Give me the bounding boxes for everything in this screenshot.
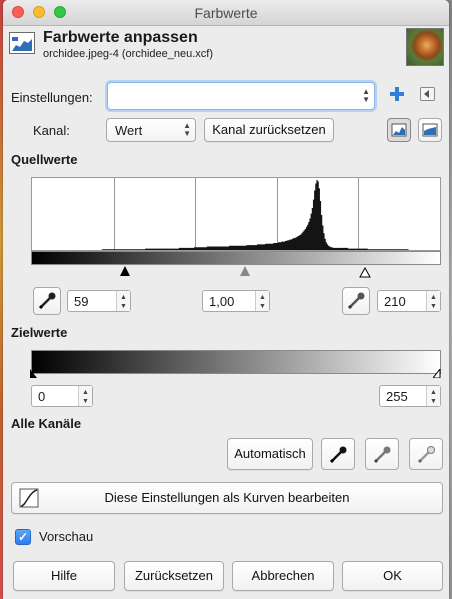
- reset-channel-button[interactable]: Kanal zurücksetzen: [204, 118, 334, 142]
- linear-histogram-button[interactable]: [387, 118, 411, 142]
- preview-checkbox[interactable]: ✓: [15, 529, 31, 545]
- edit-as-curves-label: Diese Einstellungen als Kurven bearbeite…: [104, 490, 350, 505]
- target-low-input[interactable]: 0 ▲ ▼: [31, 385, 93, 407]
- combo-arrows-icon: ▲ ▼: [362, 87, 370, 104]
- channel-select[interactable]: Wert ▲ ▼: [106, 118, 196, 142]
- channel-value: Wert: [115, 123, 143, 138]
- target-low-slider[interactable]: [29, 366, 37, 378]
- white-point-slider[interactable]: [359, 266, 371, 278]
- histogram-area: [32, 180, 440, 250]
- spin-arrows-icon[interactable]: ▲ ▼: [426, 386, 440, 406]
- black-point-input[interactable]: 59 ▲ ▼: [67, 290, 131, 312]
- source-values-heading: Quellwerte: [11, 152, 78, 167]
- auto-button[interactable]: Automatisch: [227, 438, 313, 470]
- titlebar: Farbwerte: [3, 0, 449, 26]
- reset-button[interactable]: Zurücksetzen: [124, 561, 224, 591]
- spin-arrows-icon[interactable]: ▲ ▼: [78, 386, 92, 406]
- dialog-header: Farbwerte anpassen orchidee.jpeg-4 (orch…: [3, 26, 449, 72]
- gamma-input[interactable]: 1,00 ▲ ▼: [202, 290, 270, 312]
- histogram: [31, 177, 441, 251]
- settings-combo[interactable]: ▲ ▼: [107, 82, 375, 110]
- dialog-title: Farbwerte anpassen: [43, 29, 198, 46]
- black-point-slider[interactable]: [120, 266, 130, 276]
- pick-white-point-button[interactable]: [342, 287, 370, 315]
- target-gradient: [31, 350, 441, 374]
- target-high-slider[interactable]: [431, 366, 441, 379]
- log-histogram-button[interactable]: [418, 118, 442, 142]
- window-title: Farbwerte: [194, 5, 258, 21]
- image-name: orchidee.jpeg-4 (orchidee_neu.xcf): [43, 48, 213, 60]
- white-point-input[interactable]: 210 ▲ ▼: [377, 290, 441, 312]
- pick-black-all-button[interactable]: [321, 438, 355, 470]
- levels-icon: [9, 32, 35, 54]
- preview-label: Vorschau: [39, 529, 94, 544]
- pick-black-point-button[interactable]: [33, 287, 61, 315]
- spin-arrows-icon[interactable]: ▲ ▼: [116, 291, 130, 311]
- target-values-heading: Zielwerte: [11, 325, 68, 340]
- target-high-input[interactable]: 255 ▲ ▼: [379, 385, 441, 407]
- channel-label: Kanal:: [33, 123, 70, 138]
- image-thumbnail: [406, 28, 444, 66]
- settings-label: Einstellungen:: [11, 90, 93, 105]
- levels-dialog: Farbwerte Farbwerte anpassen orchidee.jp…: [3, 0, 449, 599]
- preset-menu-icon[interactable]: [420, 87, 435, 101]
- help-button[interactable]: Hilfe: [13, 561, 115, 591]
- cancel-button[interactable]: Abbrechen: [232, 561, 334, 591]
- add-preset-icon[interactable]: [388, 85, 406, 103]
- gamma-slider[interactable]: [240, 266, 250, 276]
- all-channels-heading: Alle Kanäle: [11, 416, 82, 431]
- pick-gray-all-button[interactable]: [365, 438, 399, 470]
- edit-as-curves-button[interactable]: Diese Einstellungen als Kurven bearbeite…: [11, 482, 443, 514]
- curves-icon: [18, 487, 40, 509]
- spin-arrows-icon[interactable]: ▲ ▼: [426, 291, 440, 311]
- source-gradient: [31, 251, 441, 265]
- ok-button[interactable]: OK: [342, 561, 443, 591]
- spin-arrows-icon[interactable]: ▲ ▼: [255, 291, 269, 311]
- pick-white-all-button[interactable]: [409, 438, 443, 470]
- select-arrows-icon: ▲ ▼: [183, 121, 191, 138]
